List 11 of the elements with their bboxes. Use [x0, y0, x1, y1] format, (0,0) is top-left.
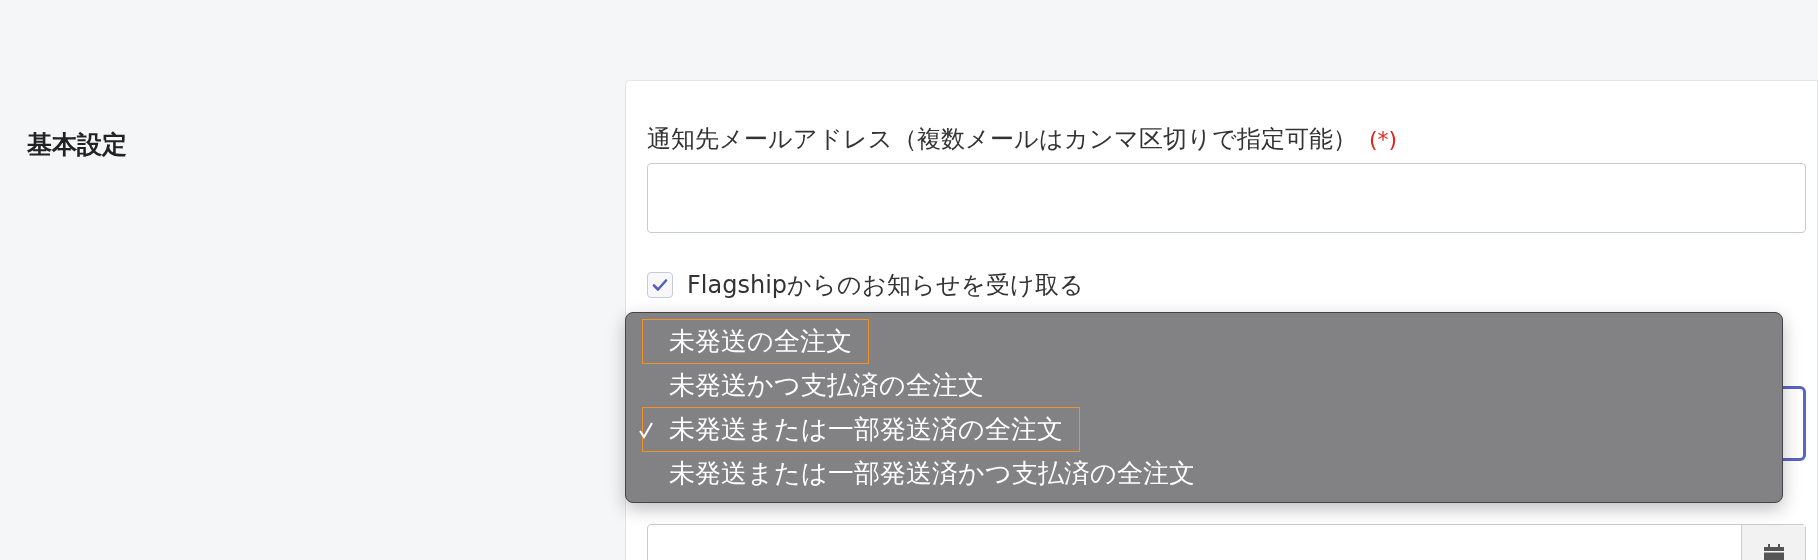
- menu-option[interactable]: 未発送の全注文: [642, 318, 869, 364]
- menu-option[interactable]: 未発送または一部発送済かつ支払済の全注文: [642, 450, 1212, 496]
- section-title: 基本設定: [27, 129, 128, 161]
- calendar-icon[interactable]: [1761, 543, 1786, 560]
- menu-option[interactable]: 未発送または一部発送済の全注文: [642, 406, 1080, 452]
- checkbox[interactable]: [647, 272, 673, 298]
- menu-option[interactable]: 未発送かつ支払済の全注文: [642, 362, 1001, 408]
- field-label: 通知先メールアドレス（複数メールはカンマ区切りで指定可能）: [647, 124, 1357, 155]
- email-input-field[interactable]: [647, 163, 1806, 233]
- required-mark: (*): [1369, 127, 1398, 152]
- checkbox-label: Flagshipからのお知らせを受け取る: [687, 270, 1085, 301]
